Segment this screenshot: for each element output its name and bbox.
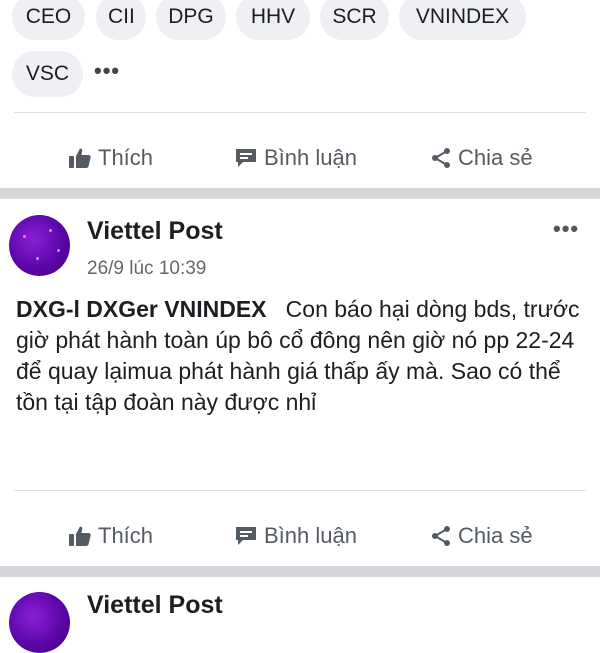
tag-vsc[interactable]: VSC: [12, 51, 83, 97]
tag-ceo[interactable]: CEO: [12, 0, 85, 40]
share-icon: [432, 148, 450, 168]
divider: [14, 112, 586, 113]
share-label: Chia sẻ: [458, 523, 533, 548]
comment-label: Bình luận: [264, 145, 357, 170]
post-timestamp[interactable]: 26/9 lúc 10:39: [87, 258, 206, 280]
comment-icon: [236, 149, 256, 167]
tag-cii[interactable]: CII: [96, 0, 146, 40]
comment-icon: [236, 527, 256, 545]
like-label: Thích: [98, 145, 154, 170]
comment-label: Bình luận: [264, 523, 357, 548]
tag-dpg[interactable]: DPG: [156, 0, 226, 40]
comment-button[interactable]: Bình luận: [234, 506, 357, 566]
tag-list: CEO CII DPG HHV SCR VNINDEX VSC •••: [0, 0, 600, 112]
divider: [14, 490, 586, 491]
tag-scr[interactable]: SCR: [320, 0, 389, 40]
feed-separator: [0, 188, 600, 199]
comment-button[interactable]: Bình luận: [234, 128, 357, 188]
share-label: Chia sẻ: [458, 145, 533, 170]
post-author[interactable]: Viettel Post: [87, 217, 223, 246]
action-bar: Thích Bình luận Chia sẻ: [0, 128, 600, 188]
next-post-author[interactable]: Viettel Post: [87, 591, 223, 620]
feed-separator: [0, 566, 600, 577]
avatar[interactable]: [9, 215, 70, 276]
post-tickers[interactable]: DXG-l DXGer VNINDEX: [16, 296, 267, 322]
share-icon: [432, 526, 450, 546]
avatar[interactable]: [9, 592, 70, 653]
tag-hhv[interactable]: HHV: [236, 0, 310, 40]
share-button[interactable]: Chia sẻ: [430, 506, 533, 566]
post-body: DXG-l DXGer VNINDEX Con báo hại dòng bds…: [16, 294, 584, 418]
thumbs-up-icon: [69, 526, 91, 546]
action-bar: Thích Bình luận Chia sẻ: [0, 506, 600, 566]
more-tags-icon[interactable]: •••: [94, 58, 120, 84]
share-button[interactable]: Chia sẻ: [430, 128, 533, 188]
post-options-icon[interactable]: •••: [553, 216, 579, 242]
tag-vnindex[interactable]: VNINDEX: [399, 0, 526, 40]
thumbs-up-icon: [69, 148, 91, 168]
like-label: Thích: [98, 523, 154, 548]
like-button[interactable]: Thích: [68, 506, 153, 566]
like-button[interactable]: Thích: [68, 128, 153, 188]
